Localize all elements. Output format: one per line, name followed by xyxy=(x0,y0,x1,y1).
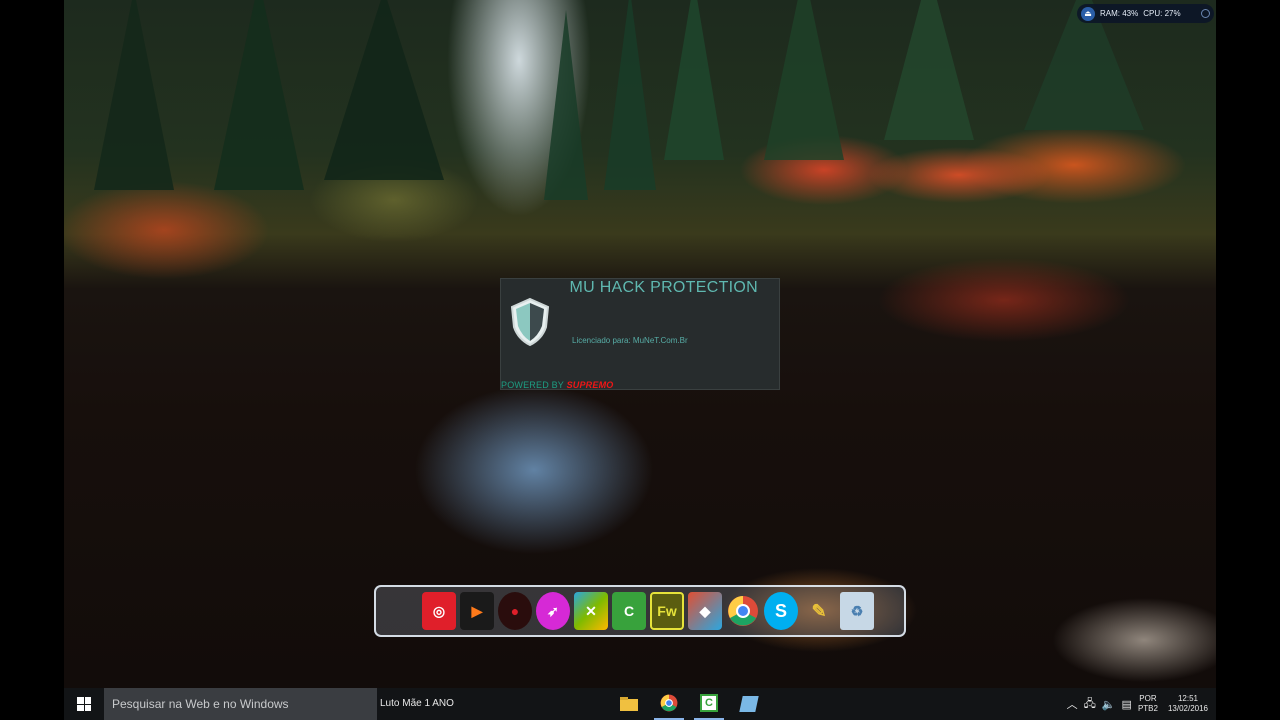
target-app-icon[interactable]: ◎ xyxy=(422,592,456,630)
file-explorer-icon[interactable] xyxy=(614,688,644,720)
clock-date: 13/02/2016 xyxy=(1167,704,1208,713)
windows-logo-icon xyxy=(77,697,91,711)
taskbar: Pesquisar na Web e no Windows Luto Mãe 1… xyxy=(64,688,1216,720)
chevron-up-icon[interactable]: ︿ xyxy=(1067,696,1078,712)
system-tray: ︿ 🖧 🔈 ▤ POR PTB2 12:51 13/02/2016 xyxy=(1067,688,1216,720)
dark-app-icon[interactable]: ● xyxy=(498,592,532,630)
powered-by-text: POWERED BY SUPREMO xyxy=(501,380,613,390)
powered-brand: SUPREMO xyxy=(566,380,614,390)
taskbar-apps: C xyxy=(614,688,764,720)
ram-usage: RAM: 43% xyxy=(1100,9,1139,18)
colorful-x-icon[interactable]: ✕ xyxy=(574,592,608,630)
language-indicator[interactable]: POR PTB2 xyxy=(1138,694,1158,714)
app-dock: ◎ ▶ ● ➶ ✕ C Fw ◆ S ✎ ♻ xyxy=(374,585,906,637)
settings-dot-icon[interactable] xyxy=(1201,9,1210,18)
eraser-app-icon[interactable]: ◆ xyxy=(688,592,722,630)
cpu-usage: CPU: 27% xyxy=(1143,9,1181,18)
chrome-icon[interactable] xyxy=(726,592,760,630)
magenta-app-icon[interactable]: ➶ xyxy=(536,592,570,630)
license-text: Licenciado para: MuNeT.Com.Br xyxy=(572,336,688,345)
clownfish-icon[interactable]: ▶ xyxy=(460,592,494,630)
app-taskbar-icon[interactable] xyxy=(734,688,764,720)
network-icon[interactable]: 🖧 xyxy=(1084,695,1096,714)
system-monitor-widget[interactable]: ⏏ RAM: 43% CPU: 27% xyxy=(1077,4,1214,23)
shield-icon xyxy=(510,297,550,347)
powered-prefix: POWERED BY xyxy=(501,380,564,390)
chrome-taskbar-icon[interactable] xyxy=(654,688,684,720)
start-button[interactable] xyxy=(64,688,104,720)
clock-time: 12:51 xyxy=(1177,694,1198,703)
language-code: POR xyxy=(1139,694,1157,703)
recycle-bin-icon[interactable]: ♻ xyxy=(840,592,874,630)
search-box[interactable]: Pesquisar na Web e no Windows xyxy=(104,688,377,720)
office-icon[interactable] xyxy=(384,592,418,630)
skype-icon[interactable]: S xyxy=(764,592,798,630)
notes-app-icon[interactable]: ✎ xyxy=(802,592,836,630)
volume-icon[interactable]: 🔈 xyxy=(1102,698,1116,711)
splash-window: MU HACK PROTECTION Licenciado para: MuNe… xyxy=(500,278,780,390)
clock[interactable]: 12:51 13/02/2016 xyxy=(1168,694,1208,714)
c-app-icon[interactable]: C xyxy=(612,592,646,630)
taskbar-label: Luto Mãe 1 ANO xyxy=(380,698,454,709)
notification-icon[interactable]: ▤ xyxy=(1122,698,1132,711)
c-taskbar-icon[interactable]: C xyxy=(694,688,724,720)
fireworks-icon[interactable]: Fw xyxy=(650,592,684,630)
keyboard-layout: PTB2 xyxy=(1137,704,1158,713)
monitor-app-icon: ⏏ xyxy=(1081,6,1095,21)
